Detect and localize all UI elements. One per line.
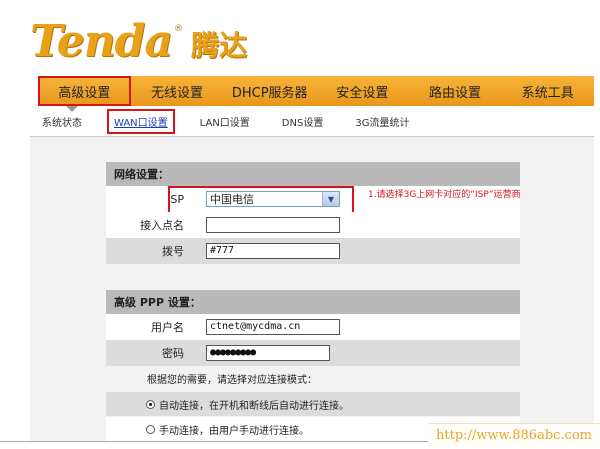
password-row: 密码 ●●●●●●●●● <box>106 340 520 366</box>
manual-connect-radio[interactable] <box>146 424 155 434</box>
nav-advanced-settings[interactable]: 高级设置 <box>38 76 131 106</box>
dial-row: 拨号 #777 <box>106 238 520 264</box>
password-label: 密码 <box>162 347 184 360</box>
apn-input[interactable] <box>206 217 340 233</box>
brand-name-cn: 腾达 <box>190 29 247 62</box>
auto-connect-label: 自动连接，在开机和断线后自动进行连接。 <box>159 400 349 412</box>
isp-highlight-box <box>168 186 354 214</box>
ppp-settings-header: 高级 PPP 设置： <box>106 290 520 314</box>
tenda-logo: Tenda ® 腾达 <box>30 14 247 64</box>
apn-label: 接入点名 <box>140 219 184 232</box>
nav-dhcp-server[interactable]: DHCP服务器 <box>223 76 316 106</box>
password-input[interactable]: ●●●●●●●●● <box>206 345 330 361</box>
nav-wireless-settings[interactable]: 无线设置 <box>131 76 224 106</box>
dial-label: 拨号 <box>162 245 184 258</box>
subnav-wan-settings[interactable]: WAN口设置 <box>107 108 175 134</box>
nav-routing-settings[interactable]: 路由设置 <box>409 76 502 106</box>
manual-connect-label: 手动连接，由用户手动进行连接。 <box>159 425 309 437</box>
network-settings-header: 网络设置： <box>106 162 520 186</box>
username-row: 用户名 ctnet@mycdma.cn <box>106 314 520 340</box>
username-input[interactable]: ctnet@mycdma.cn <box>206 319 340 335</box>
registered-mark: ® <box>173 24 183 34</box>
nav-security-settings[interactable]: 安全设置 <box>316 76 409 106</box>
sub-nav: 系统状态 WAN口设置 LAN口设置 DNS设置 3G流量统计 <box>38 108 437 134</box>
subnav-lan-settings[interactable]: LAN口设置 <box>196 112 254 131</box>
apn-row: 接入点名 <box>106 212 520 238</box>
username-label: 用户名 <box>151 321 184 334</box>
auto-connect-radio[interactable] <box>146 399 155 409</box>
auto-connect-row[interactable]: 自动连接，在开机和断线后自动进行连接。 <box>106 392 520 416</box>
main-nav: 高级设置 无线设置 DHCP服务器 安全设置 路由设置 系统工具 <box>38 76 594 106</box>
mode-prompt: 根据您的需要，请选择对应连接模式： <box>147 375 317 386</box>
dial-input[interactable]: #777 <box>206 243 340 259</box>
subnav-dns-settings[interactable]: DNS设置 <box>278 112 328 131</box>
brand-name-en: Tenda <box>30 16 173 67</box>
site-watermark: http://www.886abc.com <box>428 423 600 447</box>
subnav-3g-traffic[interactable]: 3G流量统计 <box>351 112 413 131</box>
subnav-system-status[interactable]: 系统状态 <box>38 112 86 131</box>
isp-annotation: 1.请选择3G上网卡对应的“ISP”运营商 <box>368 190 521 200</box>
nav-system-tools[interactable]: 系统工具 <box>501 76 594 106</box>
